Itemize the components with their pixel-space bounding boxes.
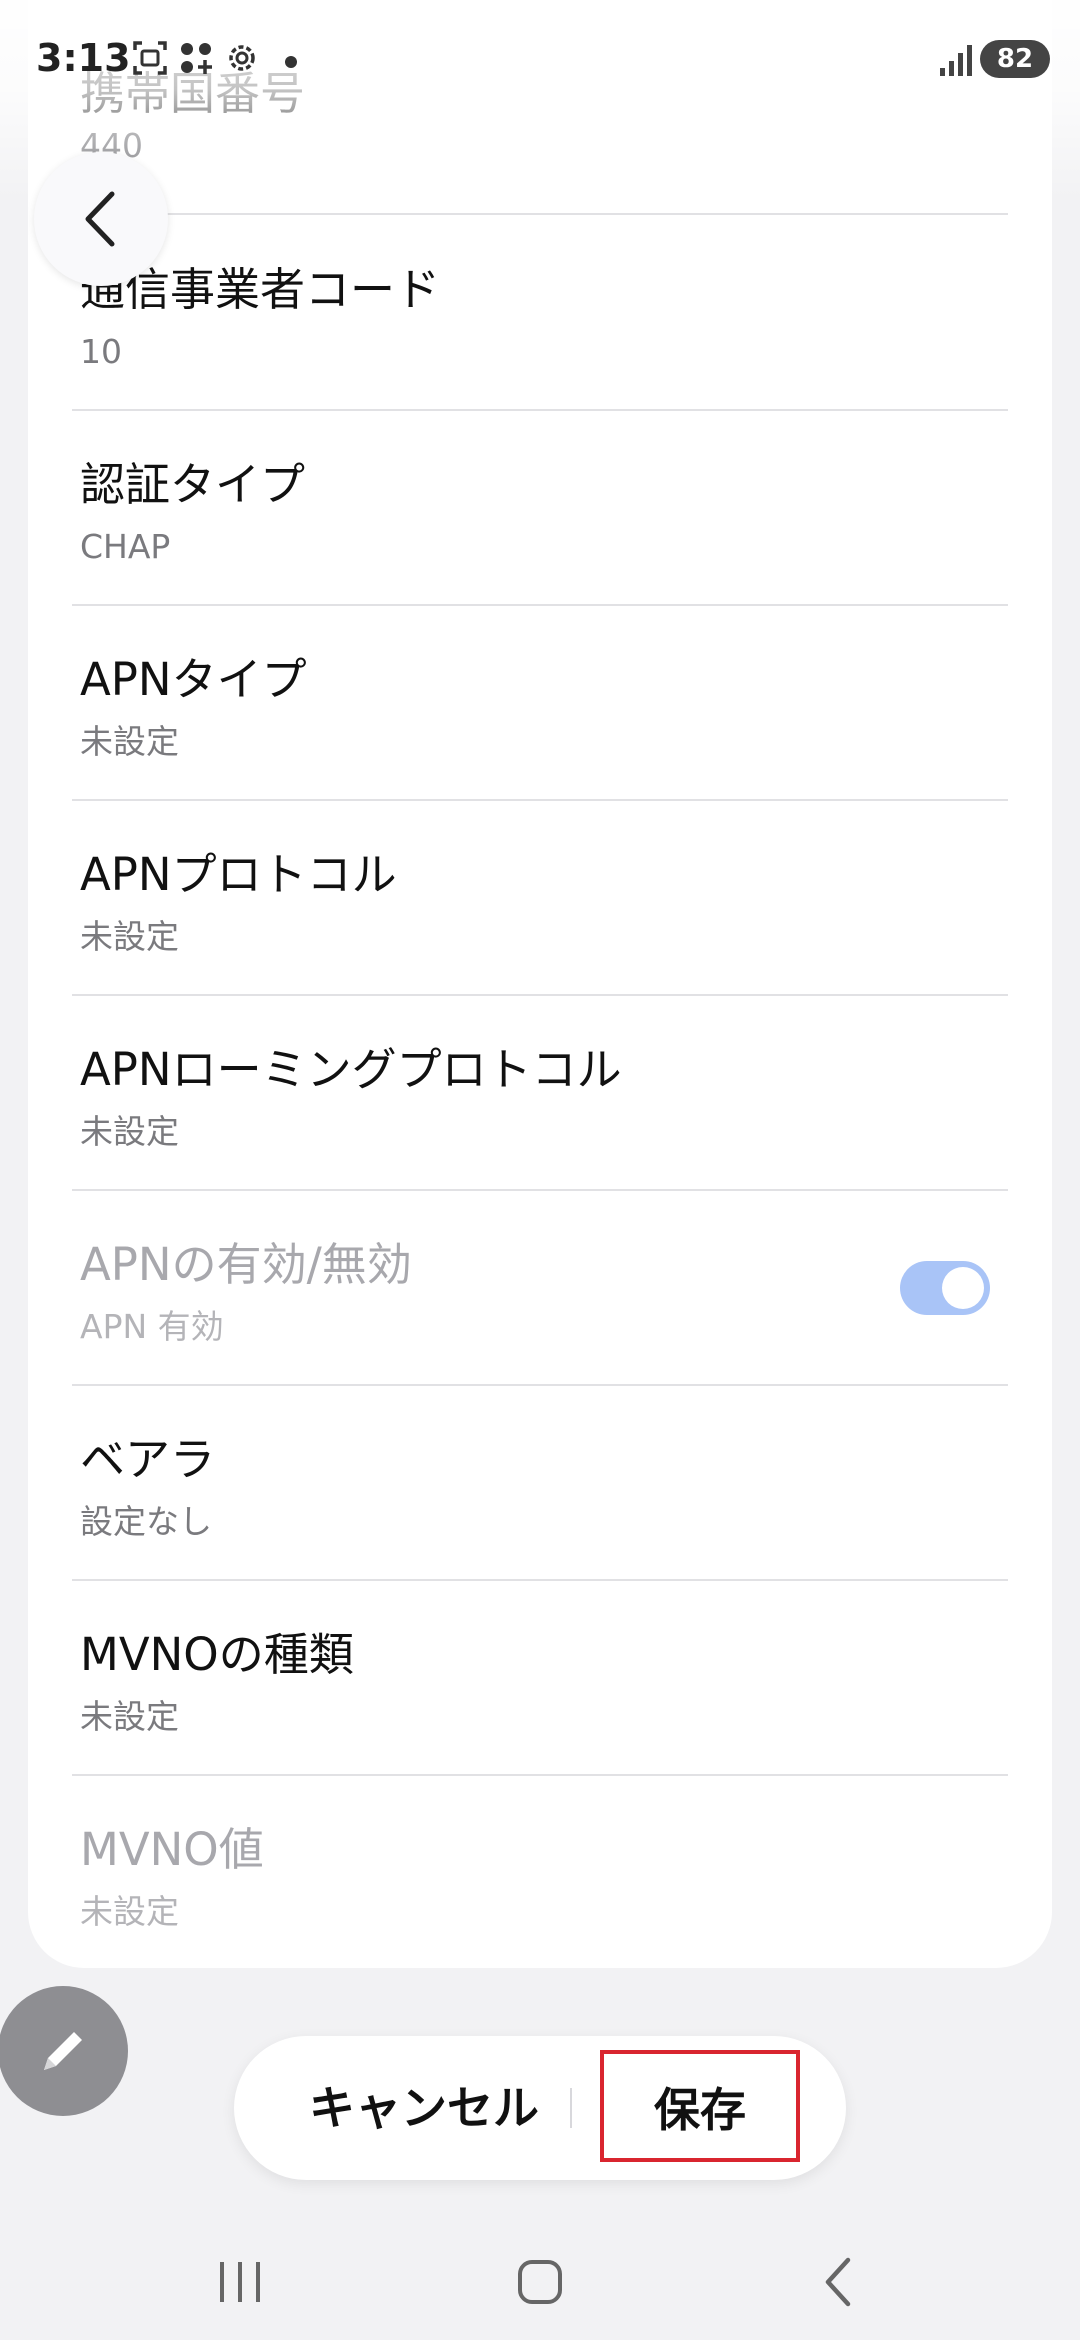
back-button[interactable] [34,152,168,286]
setting-value: 未設定 [80,917,179,956]
setting-row-auth-type[interactable]: 認証タイプ CHAP [72,411,1008,606]
setting-value: 10 [80,332,122,371]
settings-card: 携帯国番号 440 通信事業者コード 10 認証タイプ CHAP APNタイプ … [28,0,1052,1968]
settings-gear-icon [224,40,260,80]
action-divider [570,2088,572,2128]
pencil-icon [44,2032,82,2070]
setting-title: APNタイプ [80,653,307,706]
setting-title: 認証タイプ [80,458,306,511]
status-time: 3:13 [36,36,131,80]
recent-apps-button[interactable] [200,2242,280,2322]
setting-row-apn-enable[interactable]: APNの有効/無効 APN 有効 [72,1191,1008,1386]
setting-value: 未設定 [80,722,179,761]
setting-row-mnc[interactable]: 通信事業者コード 10 [72,216,1008,411]
bottom-action-bar: キャンセル 保存 [234,2036,846,2180]
save-button[interactable]: 保存 [600,2050,800,2162]
setting-title: APNローミングプロトコル [80,1043,622,1096]
setting-row-apn-type[interactable]: APNタイプ 未設定 [72,606,1008,801]
setting-row-mvno-value[interactable]: MVNO値 未設定 [72,1776,1008,1968]
home-button[interactable] [500,2242,580,2322]
screenshot-icon [132,40,168,80]
setting-row-apn-protocol[interactable]: APNプロトコル 未設定 [72,801,1008,996]
battery-indicator: 82 [980,40,1050,78]
cancel-button[interactable]: キャンセル [274,2036,574,2180]
setting-value: 未設定 [80,1892,179,1931]
screen: 携帯国番号 440 通信事業者コード 10 認証タイプ CHAP APNタイプ … [0,0,1080,2340]
notification-dot-icon [284,54,298,73]
status-bar: 3:13 82 [0,0,1080,120]
chevron-left-icon [85,191,115,247]
setting-title: MVNO値 [80,1823,264,1876]
setting-value: APN 有効 [80,1307,224,1346]
setting-title: APNの有効/無効 [80,1238,412,1291]
navigation-bar [0,2220,1080,2340]
setting-value: CHAP [80,527,171,566]
nav-back-icon [825,2257,851,2307]
signal-icon [938,42,974,82]
setting-row-mvno-type[interactable]: MVNOの種類 未設定 [72,1581,1008,1776]
setting-row-bearer[interactable]: ベアラ 設定なし [72,1386,1008,1581]
home-icon [518,2260,562,2304]
setting-row-apn-roaming-protocol[interactable]: APNローミングプロトコル 未設定 [72,996,1008,1191]
setting-title: APNプロトコル [80,848,397,901]
grid-apps-icon [178,40,214,80]
toggle-knob [942,1267,984,1309]
setting-title: ベアラ [80,1433,216,1486]
setting-value: 未設定 [80,1697,179,1736]
apn-enable-toggle[interactable] [900,1261,990,1315]
nav-back-button[interactable] [800,2242,880,2322]
edit-fab-button[interactable] [0,1986,128,2116]
setting-title: MVNOの種類 [80,1628,354,1681]
recent-apps-icon [220,2262,260,2302]
setting-value: 未設定 [80,1112,179,1151]
setting-value: 設定なし [80,1502,212,1541]
